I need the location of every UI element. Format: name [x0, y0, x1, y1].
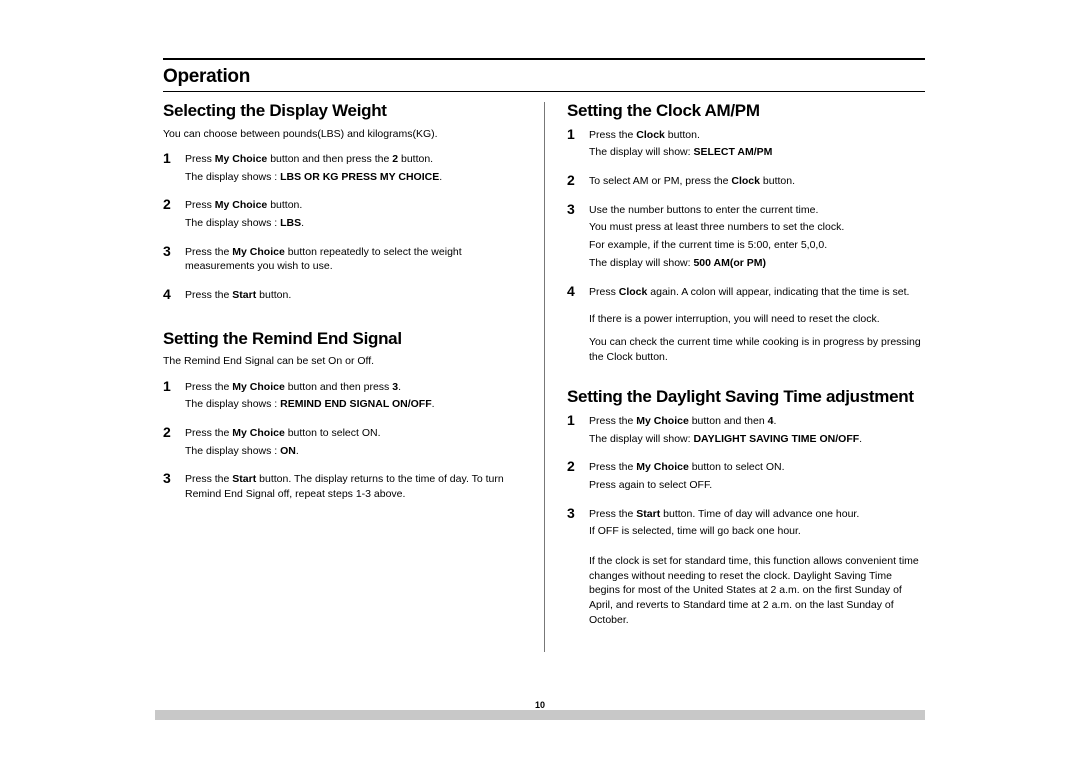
step-body: Press My Choice button and then press th… [185, 151, 442, 187]
intro-text: You can choose between pounds(LBS) and k… [163, 127, 522, 141]
step: 4 Press Clock again. A colon will appear… [567, 284, 925, 303]
step: 3 Use the number buttons to enter the cu… [567, 202, 925, 274]
step-body: Press the My Choice button to select ON.… [589, 459, 785, 495]
step: 3 Press the Start button. Time of day wi… [567, 506, 925, 542]
step-number: 2 [567, 173, 589, 187]
note-text: If there is a power interruption, you wi… [567, 312, 925, 327]
subsection-title: Selecting the Display Weight [163, 102, 522, 121]
subsection-title: Setting the Remind End Signal [163, 330, 522, 349]
step: 1 Press the My Choice button and then 4.… [567, 413, 925, 449]
step-number: 4 [163, 287, 185, 301]
step: 4 Press the Start button. [163, 287, 522, 306]
manual-page: Operation Selecting the Display Weight Y… [0, 0, 1080, 652]
step: 3 Press the Start button. The display re… [163, 471, 522, 504]
step-number: 2 [163, 425, 185, 439]
step-body: Use the number buttons to enter the curr… [589, 202, 844, 274]
step-body: Press the My Choice button and then 4. T… [589, 413, 862, 449]
intro-text: The Remind End Signal can be set On or O… [163, 354, 522, 368]
content-columns: Selecting the Display Weight You can cho… [163, 102, 925, 652]
step: 1 Press My Choice button and then press … [163, 151, 522, 187]
section-daylight-saving: Setting the Daylight Saving Time adjustm… [567, 388, 925, 627]
step-body: Press My Choice button. The display show… [185, 197, 304, 233]
step-number: 2 [567, 459, 589, 473]
left-column: Selecting the Display Weight You can cho… [163, 102, 544, 652]
step-body: Press the Start button. Time of day will… [589, 506, 859, 542]
title-underline [163, 91, 925, 92]
step-body: Press the My Choice button repeatedly to… [185, 244, 522, 277]
note-text: If the clock is set for standard time, t… [567, 554, 925, 627]
step-number: 1 [163, 379, 185, 393]
right-column: Setting the Clock AM/PM 1 Press the Cloc… [544, 102, 925, 652]
subsection-title: Setting the Clock AM/PM [567, 102, 925, 121]
step-number: 1 [567, 127, 589, 141]
step-body: Press the Clock button. The display will… [589, 127, 772, 163]
step-number: 1 [567, 413, 589, 427]
step: 1 Press the Clock button. The display wi… [567, 127, 925, 163]
section-display-weight: Selecting the Display Weight You can cho… [163, 102, 522, 306]
step: 2 Press My Choice button. The display sh… [163, 197, 522, 233]
step-body: Press the Start button. [185, 287, 291, 306]
step-body: Press the My Choice button to select ON.… [185, 425, 381, 461]
step-body: Press the Start button. The display retu… [185, 471, 522, 504]
step-number: 3 [163, 471, 185, 485]
top-rule [163, 58, 925, 60]
step-number: 4 [567, 284, 589, 298]
step: 2 Press the My Choice button to select O… [163, 425, 522, 461]
section-title: Operation [163, 66, 925, 88]
section-remind-end-signal: Setting the Remind End Signal The Remind… [163, 330, 522, 505]
subsection-title: Setting the Daylight Saving Time adjustm… [567, 388, 925, 407]
step: 2 Press the My Choice button to select O… [567, 459, 925, 495]
footer-bar [155, 710, 925, 720]
note-text: You can check the current time while coo… [567, 335, 925, 364]
step-number: 3 [567, 202, 589, 216]
page-number: 10 [0, 700, 1080, 710]
step: 3 Press the My Choice button repeatedly … [163, 244, 522, 277]
step-number: 3 [567, 506, 589, 520]
section-clock-ampm: Setting the Clock AM/PM 1 Press the Cloc… [567, 102, 925, 364]
step-body: Press Clock again. A colon will appear, … [589, 284, 909, 303]
step-number: 2 [163, 197, 185, 211]
step-number: 1 [163, 151, 185, 165]
step: 1 Press the My Choice button and then pr… [163, 379, 522, 415]
step-number: 3 [163, 244, 185, 258]
step-body: To select AM or PM, press the Clock butt… [589, 173, 795, 192]
step-body: Press the My Choice button and then pres… [185, 379, 435, 415]
step: 2 To select AM or PM, press the Clock bu… [567, 173, 925, 192]
